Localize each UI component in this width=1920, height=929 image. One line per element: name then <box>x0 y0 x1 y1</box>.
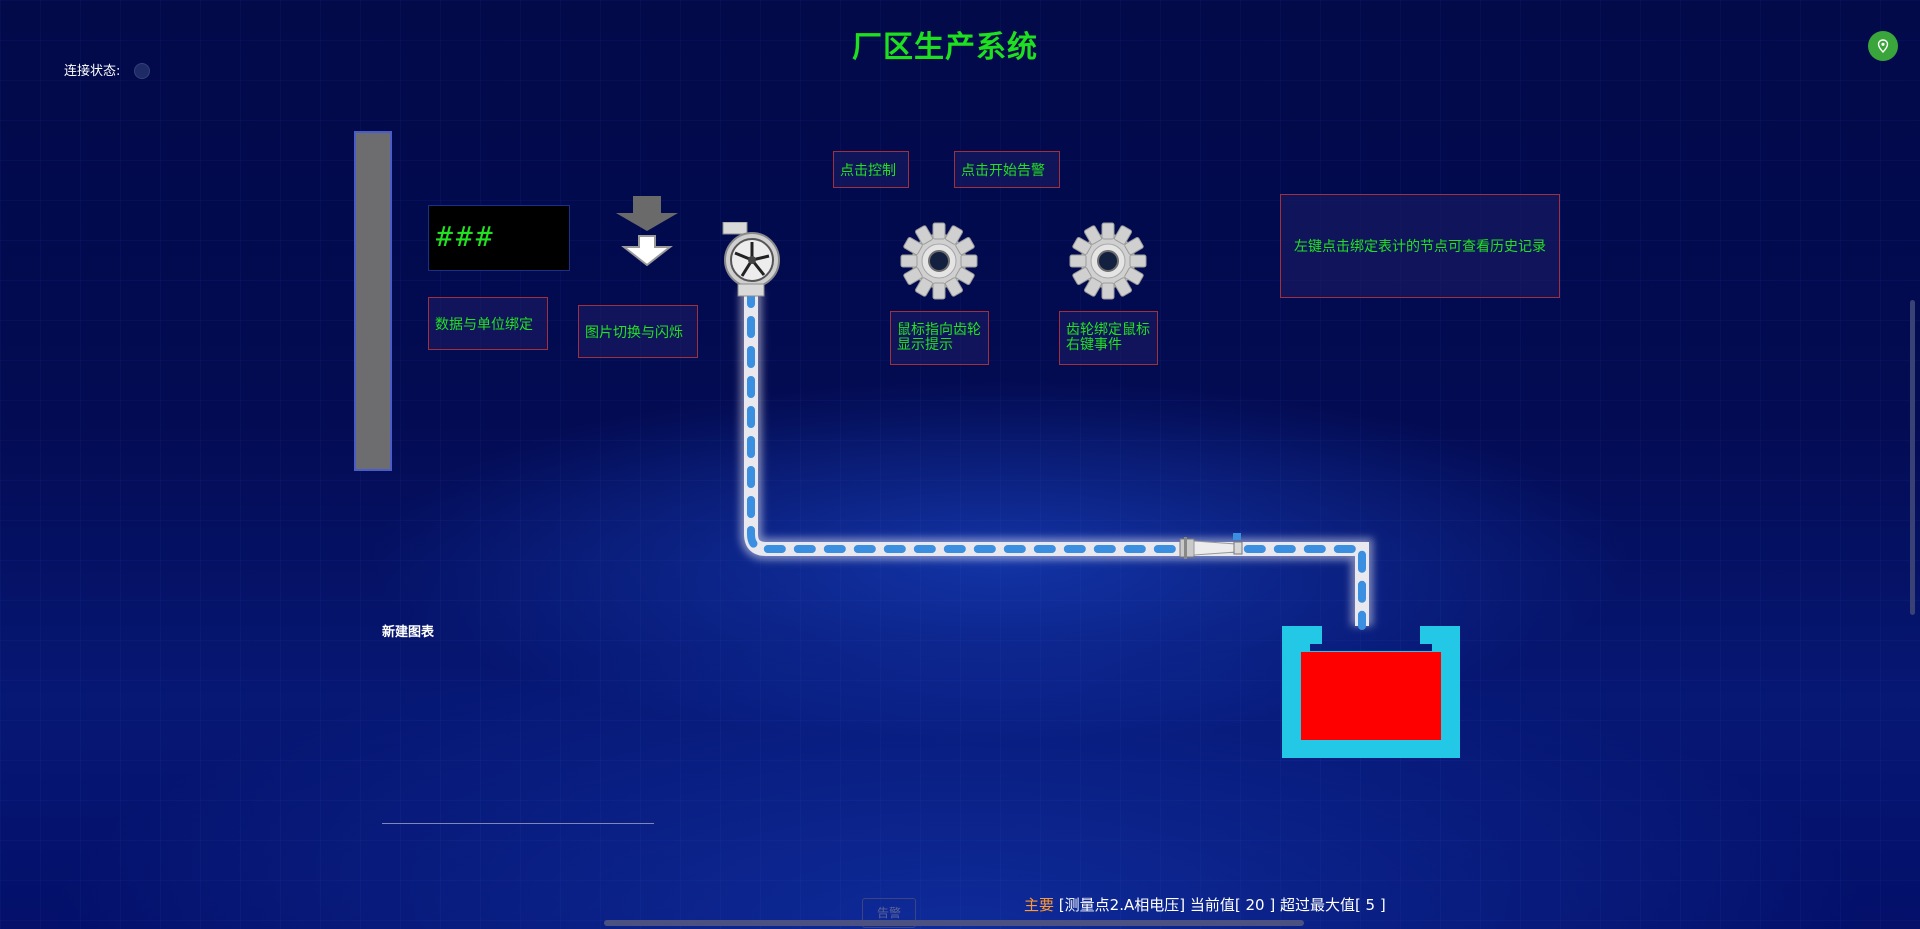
fan-pump-icon[interactable] <box>720 222 780 298</box>
vertical-scrollbar[interactable] <box>1910 300 1915 615</box>
gear-icon[interactable] <box>900 222 978 300</box>
chart-title: 新建图表 <box>382 625 435 640</box>
tank[interactable] <box>1280 624 1462 760</box>
gear-icon[interactable] <box>1069 222 1147 300</box>
gear-right-click-button[interactable]: 齿轮绑定鼠标右键事件 <box>1059 311 1158 365</box>
alert-text: [测量点2.A相电压] 当前值[ 20 ] 超过最大值[ 5 ] <box>1058 896 1386 914</box>
pipeline <box>740 286 1374 630</box>
tank-liquid <box>1301 652 1441 740</box>
gear-hover-hint-button[interactable]: 鼠标指向齿轮显示提示 <box>890 311 989 365</box>
alert-message: 主要 [测量点2.A相电压] 当前值[ 20 ] 超过最大值[ 5 ] <box>1024 894 1386 915</box>
horizontal-scrollbar[interactable] <box>604 920 1304 926</box>
chart-baseline <box>382 823 654 824</box>
alert-tag: 主要 <box>1024 896 1055 914</box>
info-panel: 左键点击绑定表计的节点可查看历史记录 <box>1280 194 1560 298</box>
valve-icon[interactable] <box>1174 530 1256 566</box>
